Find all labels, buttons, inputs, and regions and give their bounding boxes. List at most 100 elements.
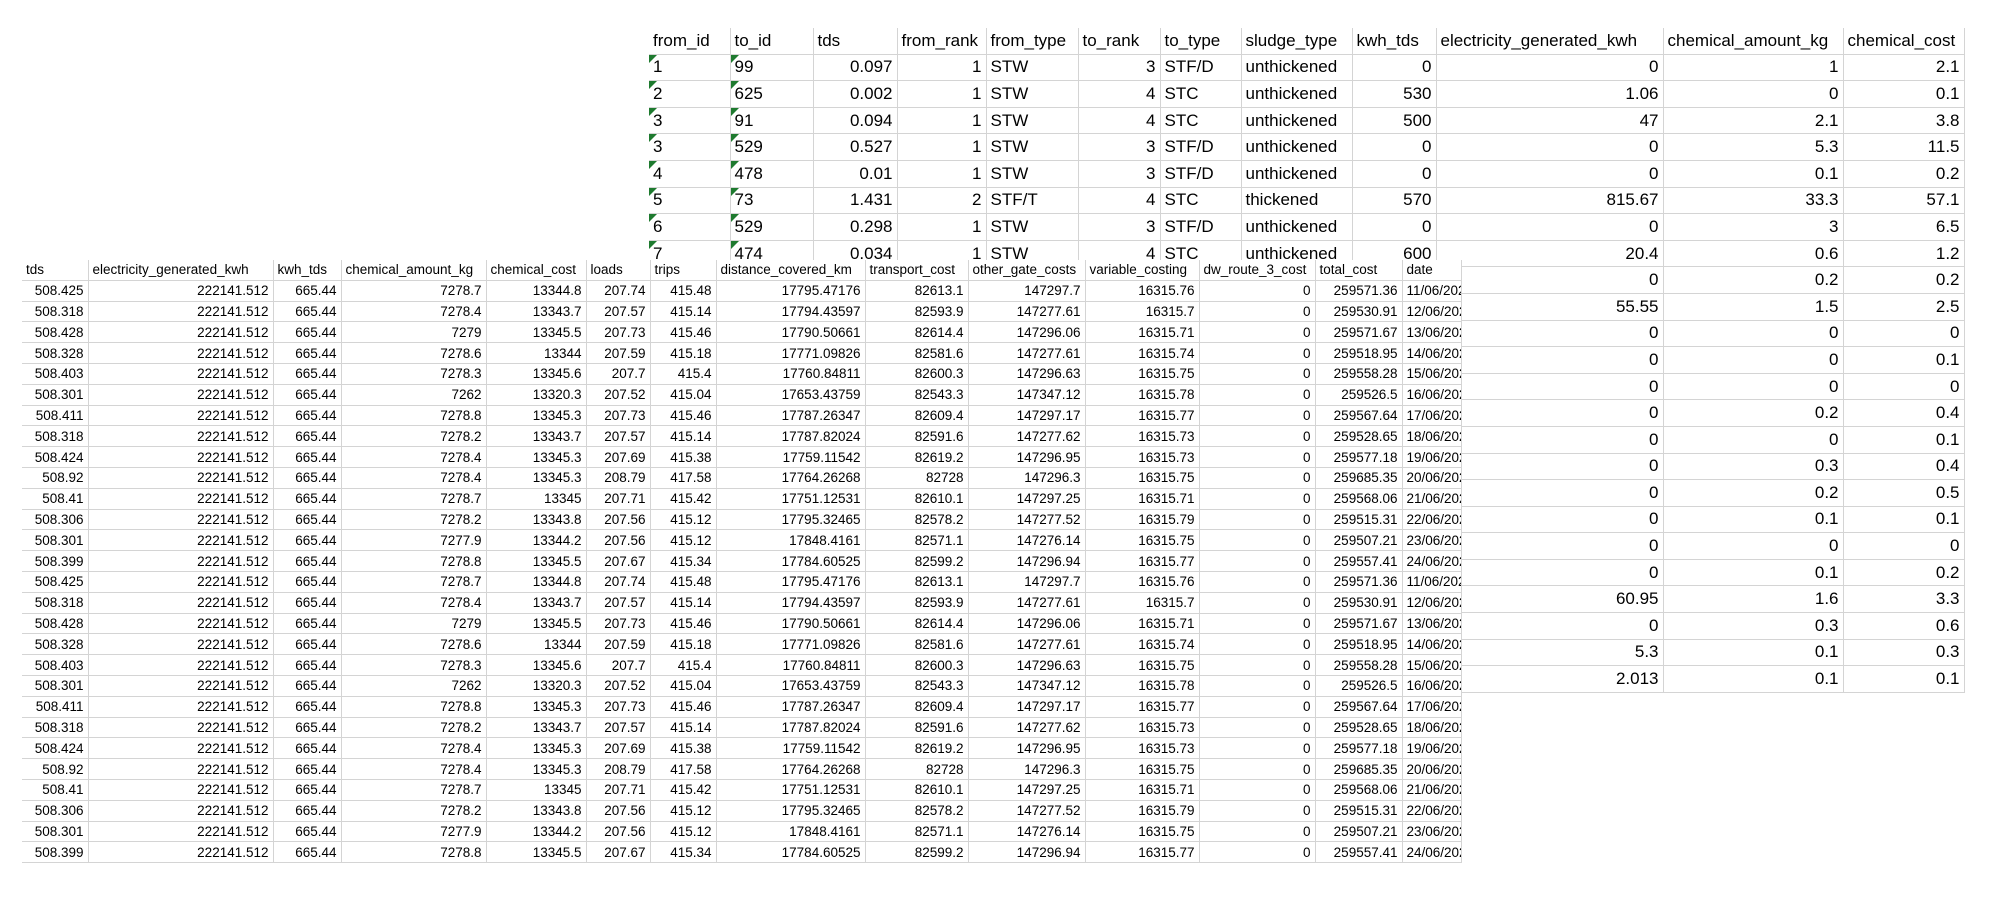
table-cell[interactable]: unthickened: [1241, 133, 1353, 161]
table-cell[interactable]: 0: [1199, 613, 1316, 635]
table-cell[interactable]: 16315.71: [1085, 779, 1200, 801]
table-cell[interactable]: 0: [1199, 717, 1316, 739]
table-cell[interactable]: 7278.4: [341, 467, 487, 489]
table-cell[interactable]: 13345.3: [486, 696, 587, 718]
table-cell[interactable]: 3: [649, 107, 731, 135]
table-cell[interactable]: 665.44: [273, 613, 342, 635]
table-cell[interactable]: 0: [1436, 479, 1664, 507]
table-cell[interactable]: 0.01: [813, 160, 898, 188]
table-cell[interactable]: 207.57: [586, 301, 651, 323]
table-cell[interactable]: 7279: [341, 321, 487, 344]
table-cell[interactable]: 0: [1436, 54, 1664, 82]
table-cell[interactable]: STF/D: [1160, 213, 1242, 241]
table-cell[interactable]: 0: [1436, 373, 1664, 401]
table-cell[interactable]: 0: [1199, 779, 1316, 801]
table-cell[interactable]: 0.2: [1663, 399, 1844, 427]
table-cell[interactable]: 207.52: [586, 384, 651, 406]
table-cell[interactable]: 665.44: [273, 654, 342, 676]
table-cell[interactable]: 0: [1199, 529, 1316, 552]
table-cell[interactable]: 508.411: [22, 696, 89, 718]
table-cell[interactable]: 259577.18: [1315, 737, 1403, 760]
table-cell[interactable]: 147296.06: [968, 321, 1086, 344]
column-header[interactable]: trips: [650, 260, 717, 281]
table-cell[interactable]: 7277.9: [341, 821, 487, 843]
table-cell[interactable]: 7278.4: [341, 446, 487, 468]
column-header[interactable]: kwh_tds: [273, 260, 342, 281]
table-cell[interactable]: 415.38: [650, 446, 717, 468]
table-cell[interactable]: 0.1: [1843, 506, 1965, 534]
table-cell[interactable]: 665.44: [273, 467, 342, 489]
table-cell[interactable]: STF/D: [1160, 160, 1242, 188]
table-cell[interactable]: 147297.25: [968, 488, 1086, 510]
table-cell[interactable]: 207.71: [586, 488, 651, 510]
table-cell[interactable]: 415.34: [650, 550, 717, 572]
table-cell[interactable]: 4: [1078, 80, 1161, 108]
table-cell[interactable]: 0: [1663, 80, 1844, 108]
table-cell[interactable]: 259528.65: [1315, 425, 1403, 448]
table-cell[interactable]: 0: [1199, 592, 1316, 614]
table-cell[interactable]: 0.002: [813, 80, 898, 108]
table-cell[interactable]: 7278.6: [341, 342, 487, 364]
table-cell[interactable]: 478: [730, 160, 814, 188]
table-cell[interactable]: 17784.60525: [716, 841, 866, 864]
table-cell[interactable]: 0: [1199, 405, 1316, 427]
table-cell[interactable]: 3.3: [1843, 585, 1965, 614]
table-cell[interactable]: 207.73: [586, 405, 651, 427]
table-cell[interactable]: 19/06/2020: [1402, 737, 1462, 760]
table-cell[interactable]: 665.44: [273, 550, 342, 572]
table-cell[interactable]: 13/06/2020: [1402, 321, 1462, 344]
table-cell[interactable]: 16/06/2020: [1402, 384, 1462, 406]
table-cell[interactable]: 17751.12531: [716, 488, 866, 510]
table-cell[interactable]: STW: [986, 133, 1079, 161]
table-cell[interactable]: 17760.84811: [716, 654, 866, 676]
table-cell[interactable]: 222141.512: [88, 758, 274, 780]
table-cell[interactable]: 415.04: [650, 384, 717, 406]
table-cell[interactable]: 0.097: [813, 54, 898, 82]
table-cell[interactable]: unthickened: [1241, 54, 1353, 82]
table-cell[interactable]: 2.1: [1663, 107, 1844, 135]
table-cell[interactable]: 17653.43759: [716, 384, 866, 406]
table-cell[interactable]: 147347.12: [968, 384, 1086, 406]
table-cell[interactable]: 13345.3: [486, 405, 587, 427]
table-cell[interactable]: 0.1: [1663, 559, 1844, 587]
table-cell[interactable]: 82600.3: [865, 654, 969, 676]
table-cell[interactable]: 222141.512: [88, 675, 274, 697]
table-cell[interactable]: 529: [730, 213, 814, 241]
column-header[interactable]: kwh_tds: [1352, 28, 1437, 55]
column-header[interactable]: chemical_cost: [1843, 28, 1965, 55]
table-cell[interactable]: 222141.512: [88, 841, 274, 864]
table-cell[interactable]: 11/06/2020: [1402, 280, 1462, 302]
table-cell[interactable]: 16315.73: [1085, 425, 1200, 448]
table-cell[interactable]: 147297.17: [968, 696, 1086, 718]
table-cell[interactable]: 13345: [486, 779, 587, 801]
table-cell[interactable]: 13345: [486, 488, 587, 510]
table-cell[interactable]: 16315.75: [1085, 821, 1200, 843]
table-cell[interactable]: 147277.52: [968, 800, 1086, 822]
table-cell[interactable]: 1.6: [1663, 585, 1844, 614]
table-cell[interactable]: 82599.2: [865, 550, 969, 572]
table-cell[interactable]: 0: [1436, 559, 1664, 587]
table-cell[interactable]: 0.2: [1843, 266, 1965, 294]
table-cell[interactable]: 222141.512: [88, 550, 274, 572]
table-cell[interactable]: 207.56: [586, 821, 651, 843]
table-cell[interactable]: 0: [1199, 467, 1316, 489]
table-cell[interactable]: STF/D: [1160, 54, 1242, 82]
table-cell[interactable]: unthickened: [1241, 107, 1353, 135]
table-cell[interactable]: 0: [1352, 133, 1437, 161]
table-cell[interactable]: 415.12: [650, 509, 717, 531]
table-cell[interactable]: 508.424: [22, 446, 89, 468]
table-cell[interactable]: 259530.91: [1315, 592, 1403, 614]
table-cell[interactable]: 0.527: [813, 133, 898, 161]
table-cell[interactable]: 415.18: [650, 342, 717, 364]
table-cell[interactable]: 508.306: [22, 800, 89, 822]
table-cell[interactable]: 16315.73: [1085, 446, 1200, 468]
table-cell[interactable]: 415.14: [650, 425, 717, 448]
table-cell[interactable]: STW: [986, 160, 1079, 188]
table-cell[interactable]: 570: [1352, 187, 1437, 215]
table-cell[interactable]: 7278.8: [341, 841, 487, 864]
table-cell[interactable]: 207.56: [586, 800, 651, 822]
table-cell[interactable]: 0.1: [1843, 80, 1965, 108]
column-header[interactable]: variable_costing: [1085, 260, 1200, 281]
table-cell[interactable]: STC: [1160, 187, 1242, 215]
table-cell[interactable]: 13343.7: [486, 301, 587, 323]
